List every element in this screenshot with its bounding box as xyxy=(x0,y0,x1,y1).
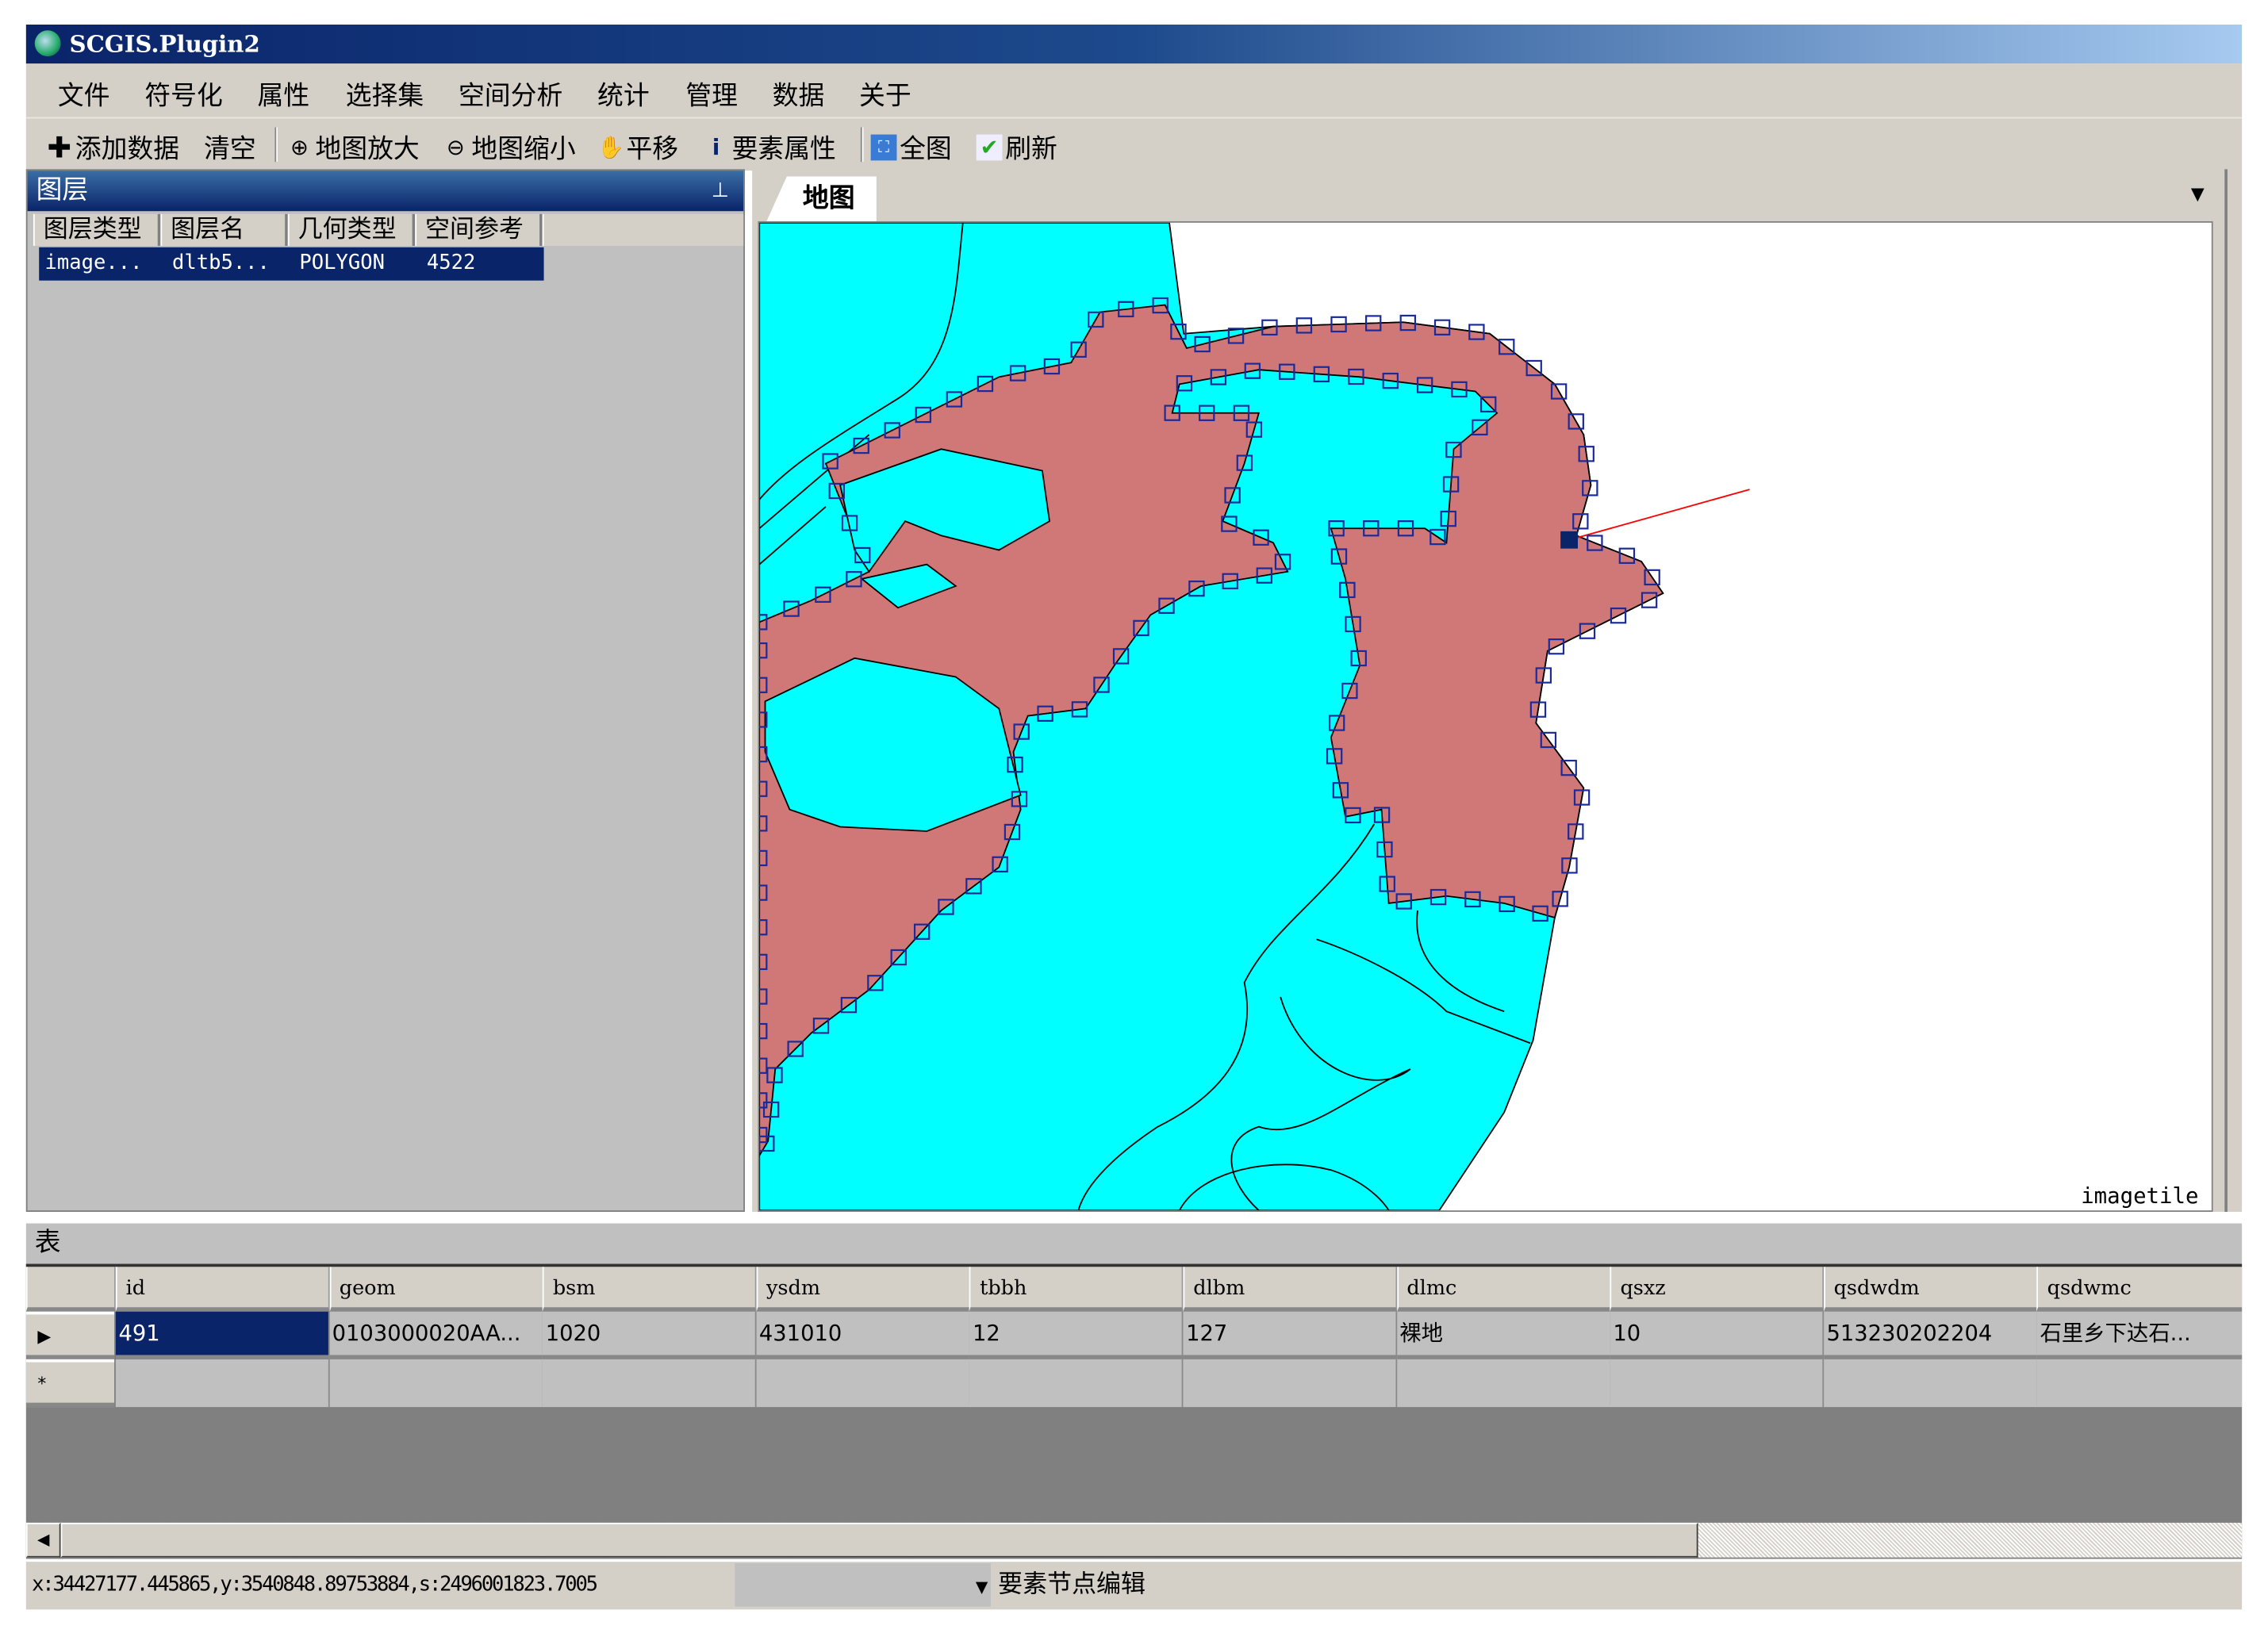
scroll-left-button[interactable]: ◀ xyxy=(25,1522,61,1558)
menu-spatial-analysis[interactable]: 空间分析 xyxy=(459,75,562,113)
new-row-cell[interactable] xyxy=(969,1359,1184,1408)
column-header-spatial-ref[interactable]: 空间参考 xyxy=(415,213,543,246)
layers-panel-title: 图层 xyxy=(36,174,89,205)
column-header-layer-type[interactable]: 图层类型 xyxy=(33,213,161,246)
table-panel-title: 表 xyxy=(25,1223,2243,1264)
menu-data[interactable]: 数据 xyxy=(773,75,825,113)
geometry-type-cell: POLYGON xyxy=(299,251,386,275)
spatial-ref-cell: 4522 xyxy=(426,251,476,275)
map-layer-label: imagetile xyxy=(2081,1183,2199,1210)
table-cell-ysdm[interactable]: 431010 xyxy=(756,1311,971,1359)
new-row-cell[interactable] xyxy=(756,1359,971,1408)
menu-bar: 文件 符号化 属性 选择集 空间分析 统计 管理 数据 关于 xyxy=(25,63,2243,117)
clear-button[interactable]: 清空 xyxy=(204,128,256,166)
full-extent-icon: ⛶ xyxy=(870,134,897,161)
column-header-geometry-type[interactable]: 几何类型 xyxy=(287,213,416,246)
tab-map[interactable]: 地图 xyxy=(766,176,877,221)
table-cell-id[interactable]: 491 xyxy=(115,1311,330,1359)
column-header-id[interactable]: id xyxy=(115,1267,330,1312)
column-header-qsdwmc[interactable]: qsdwmc xyxy=(2036,1267,2243,1312)
new-row-cell[interactable] xyxy=(115,1359,330,1408)
column-header-layer-name[interactable]: 图层名 xyxy=(160,213,288,246)
menu-symbolize[interactable]: 符号化 xyxy=(144,75,222,113)
new-row-marker[interactable]: * xyxy=(25,1359,115,1408)
column-header-dlmc[interactable]: dlmc xyxy=(1396,1267,1611,1312)
layer-name-cell: dltb5... xyxy=(171,251,270,275)
coordinate-readout: x:34427177.445865,y:3540848.89753884,s:2… xyxy=(32,1573,598,1597)
table-cell-bsm[interactable]: 1020 xyxy=(543,1311,757,1359)
layer-row[interactable]: image... dltb5... POLYGON 4522 xyxy=(39,247,544,281)
column-header-ysdm[interactable]: ysdm xyxy=(756,1267,971,1312)
zoom-in-button[interactable]: ⊕ 地图放大 xyxy=(286,128,420,166)
menu-statistics[interactable]: 统计 xyxy=(597,75,650,113)
row-header-corner xyxy=(25,1267,116,1312)
menu-file[interactable]: 文件 xyxy=(58,75,110,113)
add-data-button[interactable]: ✚ 添加数据 xyxy=(46,128,179,166)
menu-manage[interactable]: 管理 xyxy=(685,75,738,113)
table-cell-geom[interactable]: 0103000020AA... xyxy=(328,1311,543,1359)
toolbar: ✚ 添加数据 清空 ⊕ 地图放大 ⊖ 地图缩小 ✋ 平移 i 要素属性 ⛶ 全图 ✔ 刷新 xyxy=(25,117,2243,171)
status-bar: x:34427177.445865,y:3540848.89753884,s:2… xyxy=(25,1562,2243,1610)
table-cell-dlbm[interactable]: 127 xyxy=(1183,1311,1398,1359)
separator xyxy=(860,127,864,163)
column-header-geom[interactable]: geom xyxy=(328,1267,543,1312)
pin-icon[interactable]: ⊥ xyxy=(712,171,729,211)
title-bar: SCGIS.Plugin2 xyxy=(25,24,2243,64)
new-row-cell[interactable] xyxy=(1610,1359,1825,1408)
new-row-cell[interactable] xyxy=(2036,1359,2243,1408)
zoom-out-icon: ⊖ xyxy=(446,134,465,161)
layers-panel-header: 图层 ⊥ xyxy=(27,171,744,212)
table-cell-tbbh[interactable]: 12 xyxy=(969,1311,1184,1359)
edit-mode-label: 要素节点编辑 xyxy=(998,1570,1146,1600)
new-row-cell[interactable] xyxy=(1396,1359,1611,1408)
pan-button[interactable]: ✋ 平移 xyxy=(597,128,678,166)
window-title: SCGIS.Plugin2 xyxy=(69,30,260,58)
right-dock-strip[interactable] xyxy=(2224,169,2243,1212)
zoom-in-icon: ⊕ xyxy=(290,134,309,161)
current-row-marker[interactable]: ▶ xyxy=(25,1311,115,1359)
table-cell-qsxz[interactable]: 10 xyxy=(1610,1311,1825,1359)
horizontal-scrollbar[interactable]: ◀ xyxy=(25,1522,2243,1558)
zoom-out-button[interactable]: ⊖ 地图缩小 xyxy=(443,128,576,166)
info-icon: i xyxy=(712,134,720,161)
chevron-down-icon[interactable]: ▼ xyxy=(976,1563,988,1611)
identify-button[interactable]: i 要素属性 xyxy=(703,128,836,166)
menu-selection[interactable]: 选择集 xyxy=(346,75,424,113)
refresh-button[interactable]: ✔ 刷新 xyxy=(976,128,1057,166)
column-header-filler xyxy=(542,213,744,246)
edit-rubber-band-line xyxy=(1568,489,1750,541)
hand-icon: ✋ xyxy=(597,134,625,161)
table-cell-qsdwdm[interactable]: 513230202204 xyxy=(1823,1311,2038,1359)
map-panel: 地图 ▼ imagetile xyxy=(752,169,2225,1212)
separator xyxy=(274,127,278,163)
column-header-qsdwdm[interactable]: qsdwdm xyxy=(1823,1267,2038,1312)
column-header-dlbm[interactable]: dlbm xyxy=(1183,1267,1398,1312)
menu-attributes[interactable]: 属性 xyxy=(258,75,310,113)
new-row-cell[interactable] xyxy=(328,1359,543,1408)
table-cell-qsdwmc[interactable]: 石里乡下达石... xyxy=(2036,1311,2243,1359)
add-icon: ✚ xyxy=(47,130,72,165)
edit-mode-combobox[interactable]: ▼ xyxy=(735,1562,991,1607)
app-globe-icon xyxy=(34,30,61,57)
refresh-icon: ✔ xyxy=(976,134,1003,161)
scroll-thumb[interactable] xyxy=(60,1522,1698,1558)
new-row-cell[interactable] xyxy=(543,1359,757,1408)
new-row-cell[interactable] xyxy=(1823,1359,2038,1408)
menu-about[interactable]: 关于 xyxy=(859,75,911,113)
column-header-tbbh[interactable]: tbbh xyxy=(969,1267,1184,1312)
table-cell-dlmc[interactable]: 裸地 xyxy=(1396,1311,1611,1359)
selected-vertex-handle[interactable] xyxy=(1560,531,1578,549)
full-extent-button[interactable]: ⛶ 全图 xyxy=(870,128,952,166)
new-row-cell[interactable] xyxy=(1183,1359,1398,1408)
map-canvas[interactable] xyxy=(758,220,2213,1212)
column-header-qsxz[interactable]: qsxz xyxy=(1610,1267,1825,1312)
layer-type-cell: image... xyxy=(44,251,143,275)
attribute-table: id geom bsm ysdm tbbh dlbm dlmc qsxz qsdwdm qsdwm… xyxy=(25,1263,2243,1559)
tab-dropdown-icon[interactable]: ▼ xyxy=(2191,184,2205,205)
column-header-bsm[interactable]: bsm xyxy=(543,1267,757,1312)
layers-panel: 图层 ⊥ 图层类型 图层名 几何类型 空间参考 image... dltb5..… xyxy=(25,169,745,1212)
